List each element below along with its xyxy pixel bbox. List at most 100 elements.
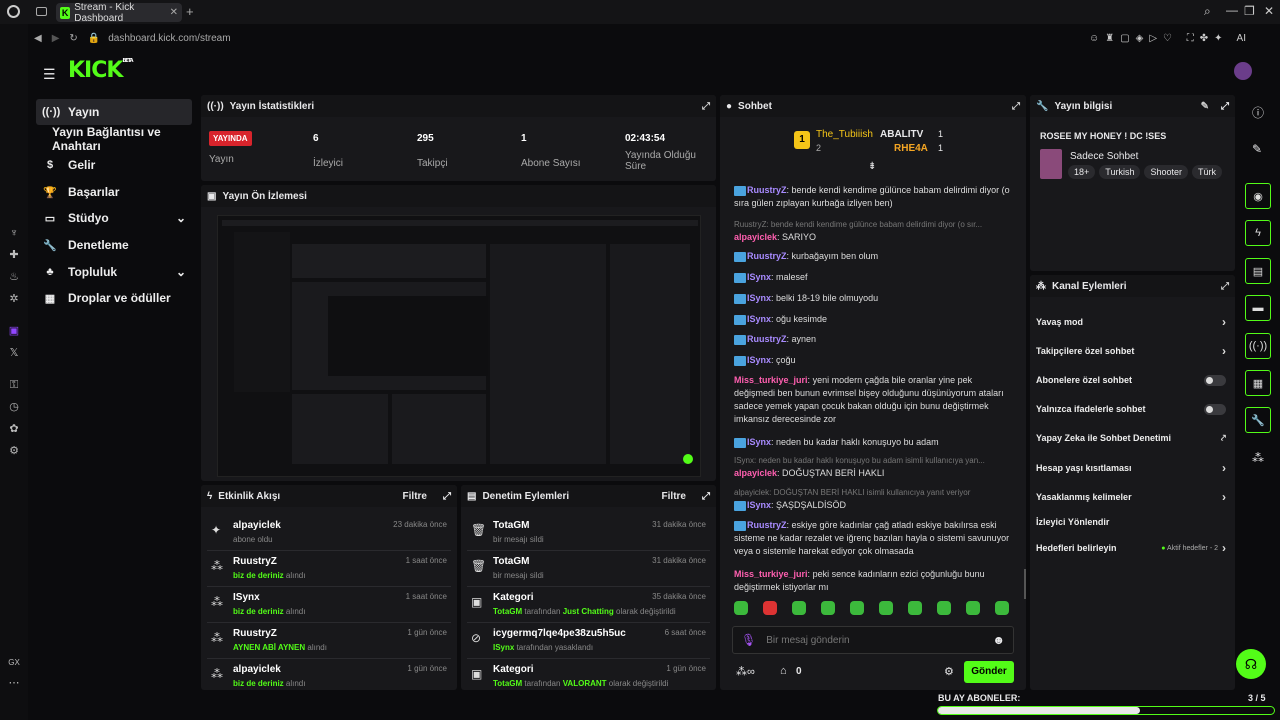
forward-icon[interactable]: ▶ <box>52 33 60 44</box>
sidebar-app-icon[interactable]: ✚ <box>7 248 21 262</box>
chat-input[interactable]: 🎙 Bir mesaj gönderin ☻ <box>732 626 1014 654</box>
menu-icon[interactable]: ☰ <box>43 66 56 83</box>
gift-dots-icon[interactable]: ⁂∞ <box>736 665 755 678</box>
kick-logo[interactable]: KICKBETA <box>68 58 134 83</box>
sidebar-item-denetleme[interactable]: 🔧 Denetleme <box>36 232 192 258</box>
chat-username[interactable]: ISynx <box>747 437 771 447</box>
search-icon[interactable]: ⌕ <box>1204 4 1211 19</box>
expand-icon[interactable]: ⤢ <box>1221 101 1229 112</box>
quick-action-chat[interactable]: ▬ <box>1245 295 1271 321</box>
sidebar-item-droplar[interactable]: ▦ Droplar ve ödüller <box>36 285 192 311</box>
quick-action-broadcast[interactable]: ((·)) <box>1245 333 1271 359</box>
ai-icon[interactable]: AI <box>1237 33 1246 44</box>
edit-icon[interactable]: ✎ <box>1201 101 1209 112</box>
close-tab-icon[interactable]: ✕ <box>170 7 178 18</box>
sidebar-app-icon[interactable]: ♆ <box>7 226 21 240</box>
chat-username[interactable]: alpayiclek <box>734 232 777 242</box>
gx-icon[interactable]: GX <box>7 656 21 670</box>
emotes-only-row[interactable]: Yalnızca ifadelerle sohbet <box>1036 396 1226 422</box>
scrollbar[interactable] <box>1024 569 1026 599</box>
chat-username[interactable]: ISynx <box>747 272 771 282</box>
expand-icon[interactable]: ⤢ <box>702 101 710 112</box>
send-button[interactable]: Gönder <box>964 661 1014 683</box>
chat-username[interactable]: ISynx <box>747 500 771 510</box>
emote-icon[interactable] <box>850 600 864 615</box>
tag[interactable]: Shooter <box>1144 165 1188 179</box>
sidebar-app-icon[interactable]: ✲ <box>7 292 21 306</box>
browser-tab[interactable]: K Stream - Kick Dashboard ✕ <box>56 2 182 24</box>
emotes-only-toggle[interactable] <box>1204 403 1226 415</box>
history-icon[interactable]: ◷ <box>7 400 21 414</box>
emote-icon[interactable] <box>995 600 1009 615</box>
subscribers-only-row[interactable]: Abonelere özel sohbet <box>1036 367 1226 393</box>
emoji-icon[interactable]: ☻ <box>992 633 1005 647</box>
emote-icon[interactable] <box>966 600 980 615</box>
edit-icon[interactable]: ✎ <box>1252 142 1262 156</box>
restore-icon[interactable]: ❐ <box>1244 4 1255 18</box>
emote-icon[interactable] <box>937 600 951 615</box>
goals-row[interactable]: Hedefleri belirleyin ● Aktif hedefler - 2… <box>1036 535 1226 561</box>
account-age-row[interactable]: Hesap yaşı kısıtlaması › <box>1036 455 1226 481</box>
tag[interactable]: 18+ <box>1068 165 1096 179</box>
twitch-icon[interactable]: ▣ <box>7 324 21 338</box>
sidebar-item-basarilar[interactable]: 🏆 Başarılar <box>36 179 192 205</box>
host-row[interactable]: İzleyici Yönlendir <box>1036 509 1226 535</box>
mic-icon[interactable]: 🎙 <box>741 633 756 647</box>
sidebar-app-icon[interactable]: ✿ <box>7 422 21 436</box>
more-icon[interactable]: ⋯ <box>7 676 21 690</box>
chat-username[interactable]: RuustryZ <box>747 520 787 530</box>
gear-icon[interactable]: ⚙ <box>944 665 954 678</box>
subscribers-only-toggle[interactable] <box>1204 374 1226 386</box>
sidebar-item-topluluk[interactable]: ♣ Topluluk ⌄ <box>36 259 192 285</box>
support-icon[interactable]: ☊ <box>1236 649 1266 679</box>
tag[interactable]: Türk <box>1191 165 1222 179</box>
opera-logo-icon[interactable] <box>7 5 20 18</box>
chat-username[interactable]: RuustryZ <box>747 251 787 261</box>
reload-icon[interactable]: ↻ <box>69 33 77 44</box>
followers-only-row[interactable]: Takipçilere özel sohbet › <box>1036 338 1226 364</box>
chat-username[interactable]: RuustryZ <box>747 185 787 195</box>
emote-icon[interactable] <box>734 600 748 615</box>
emote-icon[interactable] <box>763 600 777 615</box>
extension-icons[interactable]: ☺♜▢◈▷♡ ⛶✤✦ <box>1089 33 1229 44</box>
sidebar-app-icon[interactable]: ♨ <box>7 270 21 284</box>
quick-action-notes[interactable]: ▤ <box>1245 258 1271 284</box>
quick-action-wrench[interactable]: 🔧 <box>1245 407 1271 433</box>
slow-mode-row[interactable]: Yavaş mod › <box>1036 309 1226 335</box>
sidebar-item-yayin[interactable]: ((·)) Yayın <box>36 99 192 125</box>
quick-action-camera[interactable]: ◉ <box>1245 183 1271 209</box>
avatar[interactable] <box>1234 62 1252 80</box>
banned-words-row[interactable]: Yasaklanmış kelimeler › <box>1036 484 1226 510</box>
ai-moderation-row[interactable]: Yapay Zeka ile Sohbet Denetimi ⤤ <box>1036 425 1226 451</box>
sidebar-app-icon[interactable]: ⚿ <box>7 378 21 392</box>
url-input[interactable]: dashboard.kick.com/stream <box>108 33 230 44</box>
tag[interactable]: Turkish <box>1099 165 1141 179</box>
stream-preview-video[interactable] <box>217 215 701 477</box>
emote-icon[interactable] <box>879 600 893 615</box>
chat-username[interactable]: Miss_turkiye_juri <box>734 375 808 385</box>
emote-icon[interactable] <box>908 600 922 615</box>
expand-icon[interactable]: ⤢ <box>443 491 451 502</box>
category-name[interactable]: Sadece Sohbet <box>1070 151 1138 162</box>
close-window-icon[interactable]: ✕ <box>1264 4 1274 18</box>
chat-username[interactable]: Miss_turkiye_juri <box>734 569 808 579</box>
chat-username[interactable]: ISynx <box>747 314 771 324</box>
chat-username[interactable]: RuustryZ <box>747 334 787 344</box>
expand-icon[interactable]: ⤢ <box>702 491 710 502</box>
chat-username[interactable]: ISynx <box>747 293 771 303</box>
activity-filter-button[interactable]: Filtre <box>403 491 427 502</box>
quick-action-layout[interactable]: ▦ <box>1245 370 1271 396</box>
emote-icon[interactable] <box>792 600 806 615</box>
sidebar-item-stream-key[interactable]: Yayın Bağlantısı ve Anahtarı <box>36 125 198 153</box>
moderation-filter-button[interactable]: Filtre <box>662 491 686 502</box>
chat-username[interactable]: ISynx <box>747 355 771 365</box>
workspaces-icon[interactable] <box>36 7 47 16</box>
settings-icon[interactable]: ⚙ <box>7 444 21 458</box>
store-icon[interactable]: ⌂ <box>780 665 787 677</box>
sidebar-item-gelir[interactable]: $ Gelir <box>36 152 192 178</box>
x-icon[interactable]: 𝕏 <box>7 346 21 360</box>
dots-icon[interactable]: ⁂ <box>1252 451 1264 465</box>
sidebar-item-studyo[interactable]: ▭ Stüdyo ⌄ <box>36 205 192 231</box>
minimize-icon[interactable]: — <box>1226 3 1238 17</box>
expand-icon[interactable]: ⤢ <box>1221 281 1229 292</box>
